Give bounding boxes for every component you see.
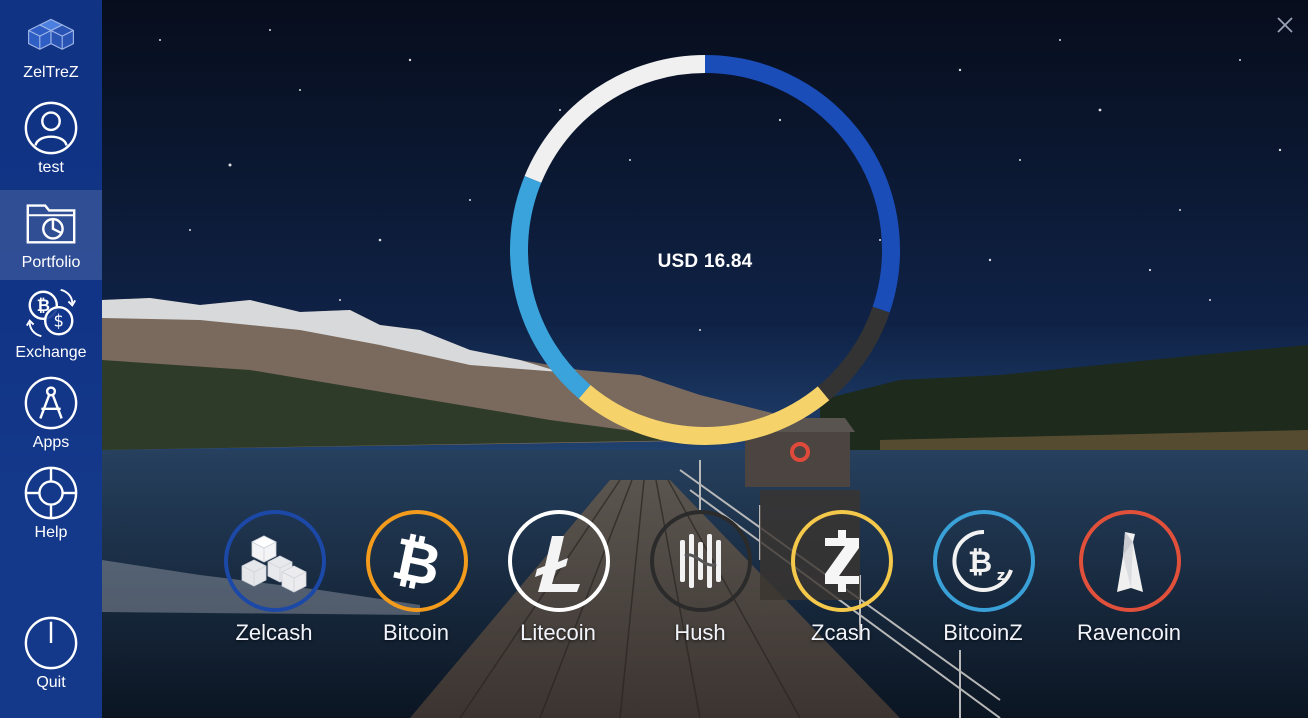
app-name: ZelTreZ	[23, 64, 79, 81]
donut-segment-2	[578, 384, 830, 445]
portfolio-chart-icon	[26, 204, 76, 244]
coin-bitcoinz[interactable]: ₿ z BitcoinZ	[913, 510, 1053, 650]
coin-label: Hush	[674, 620, 726, 645]
svg-text:z: z	[997, 568, 1005, 584]
litecoin-icon	[535, 536, 580, 592]
hush-icon	[680, 534, 721, 588]
coin-litecoin[interactable]: Litecoin	[488, 510, 628, 650]
sidebar: ZelTreZ test Portfolio ₿ $ Exchange Apps…	[0, 0, 102, 718]
donut-segment-4	[524, 55, 706, 183]
app-brand[interactable]: ZelTreZ	[0, 0, 102, 90]
coin-zcash[interactable]: Zcash	[771, 510, 911, 650]
portfolio-donut-chart	[510, 55, 900, 445]
coin-label: Ravencoin	[1077, 620, 1181, 645]
lifebuoy-icon	[24, 466, 78, 520]
quit-label: Quit	[36, 674, 66, 691]
ravencoin-icon	[1117, 532, 1143, 592]
sidebar-item-label: Help	[34, 524, 68, 541]
sidebar-item-label: test	[38, 159, 64, 176]
bitcoinz-icon: ₿ z	[952, 529, 1013, 592]
coin-ring: ₿ z	[933, 510, 1035, 612]
user-icon	[24, 101, 78, 155]
close-icon[interactable]	[1274, 14, 1296, 36]
donut-segment-1	[817, 306, 890, 401]
compass-icon	[24, 376, 78, 430]
coin-ring	[508, 510, 610, 612]
coin-ring: ₿	[366, 510, 468, 612]
portfolio-total: USD 16.84	[657, 251, 753, 272]
sidebar-item-exchange[interactable]: ₿ $ Exchange	[0, 280, 102, 370]
zeltrez-logo-icon	[28, 18, 74, 50]
zelcash-cubes-icon	[241, 535, 307, 593]
coin-ring	[650, 510, 752, 612]
sidebar-item-help[interactable]: Help	[0, 460, 102, 550]
sidebar-item-label: Portfolio	[21, 254, 81, 271]
quit-button[interactable]: Quit	[0, 610, 102, 700]
sidebar-item-portfolio[interactable]: Portfolio	[0, 190, 102, 280]
power-icon	[24, 616, 78, 670]
coin-label: Litecoin	[520, 620, 596, 645]
coin-bitcoin[interactable]: ₿ Bitcoin	[346, 510, 486, 650]
exchange-icon: ₿ $	[26, 288, 76, 338]
svg-text:₿: ₿	[387, 526, 447, 596]
coin-label: Zcash	[811, 620, 871, 645]
coin-zelcash[interactable]: Zelcash	[204, 510, 344, 650]
coin-hush[interactable]: Hush	[630, 510, 770, 650]
svg-text:$: $	[54, 312, 64, 331]
coin-ring	[791, 510, 893, 612]
sidebar-item-apps[interactable]: Apps	[0, 370, 102, 460]
bitcoin-icon: ₿	[387, 526, 447, 596]
coin-label: Bitcoin	[382, 620, 450, 645]
coin-ravencoin[interactable]: Ravencoin	[1059, 510, 1199, 650]
coin-ring	[224, 510, 326, 612]
donut-segment-3	[510, 175, 591, 399]
zcash-icon	[825, 530, 859, 592]
sidebar-item-user[interactable]: test	[0, 95, 102, 185]
svg-text:₿: ₿	[968, 545, 992, 580]
sidebar-item-label: Exchange	[15, 344, 87, 361]
coin-ring	[1079, 510, 1181, 612]
coin-label: BitcoinZ	[943, 620, 1023, 645]
sidebar-item-label: Apps	[32, 434, 70, 451]
coin-label: Zelcash	[235, 620, 313, 645]
